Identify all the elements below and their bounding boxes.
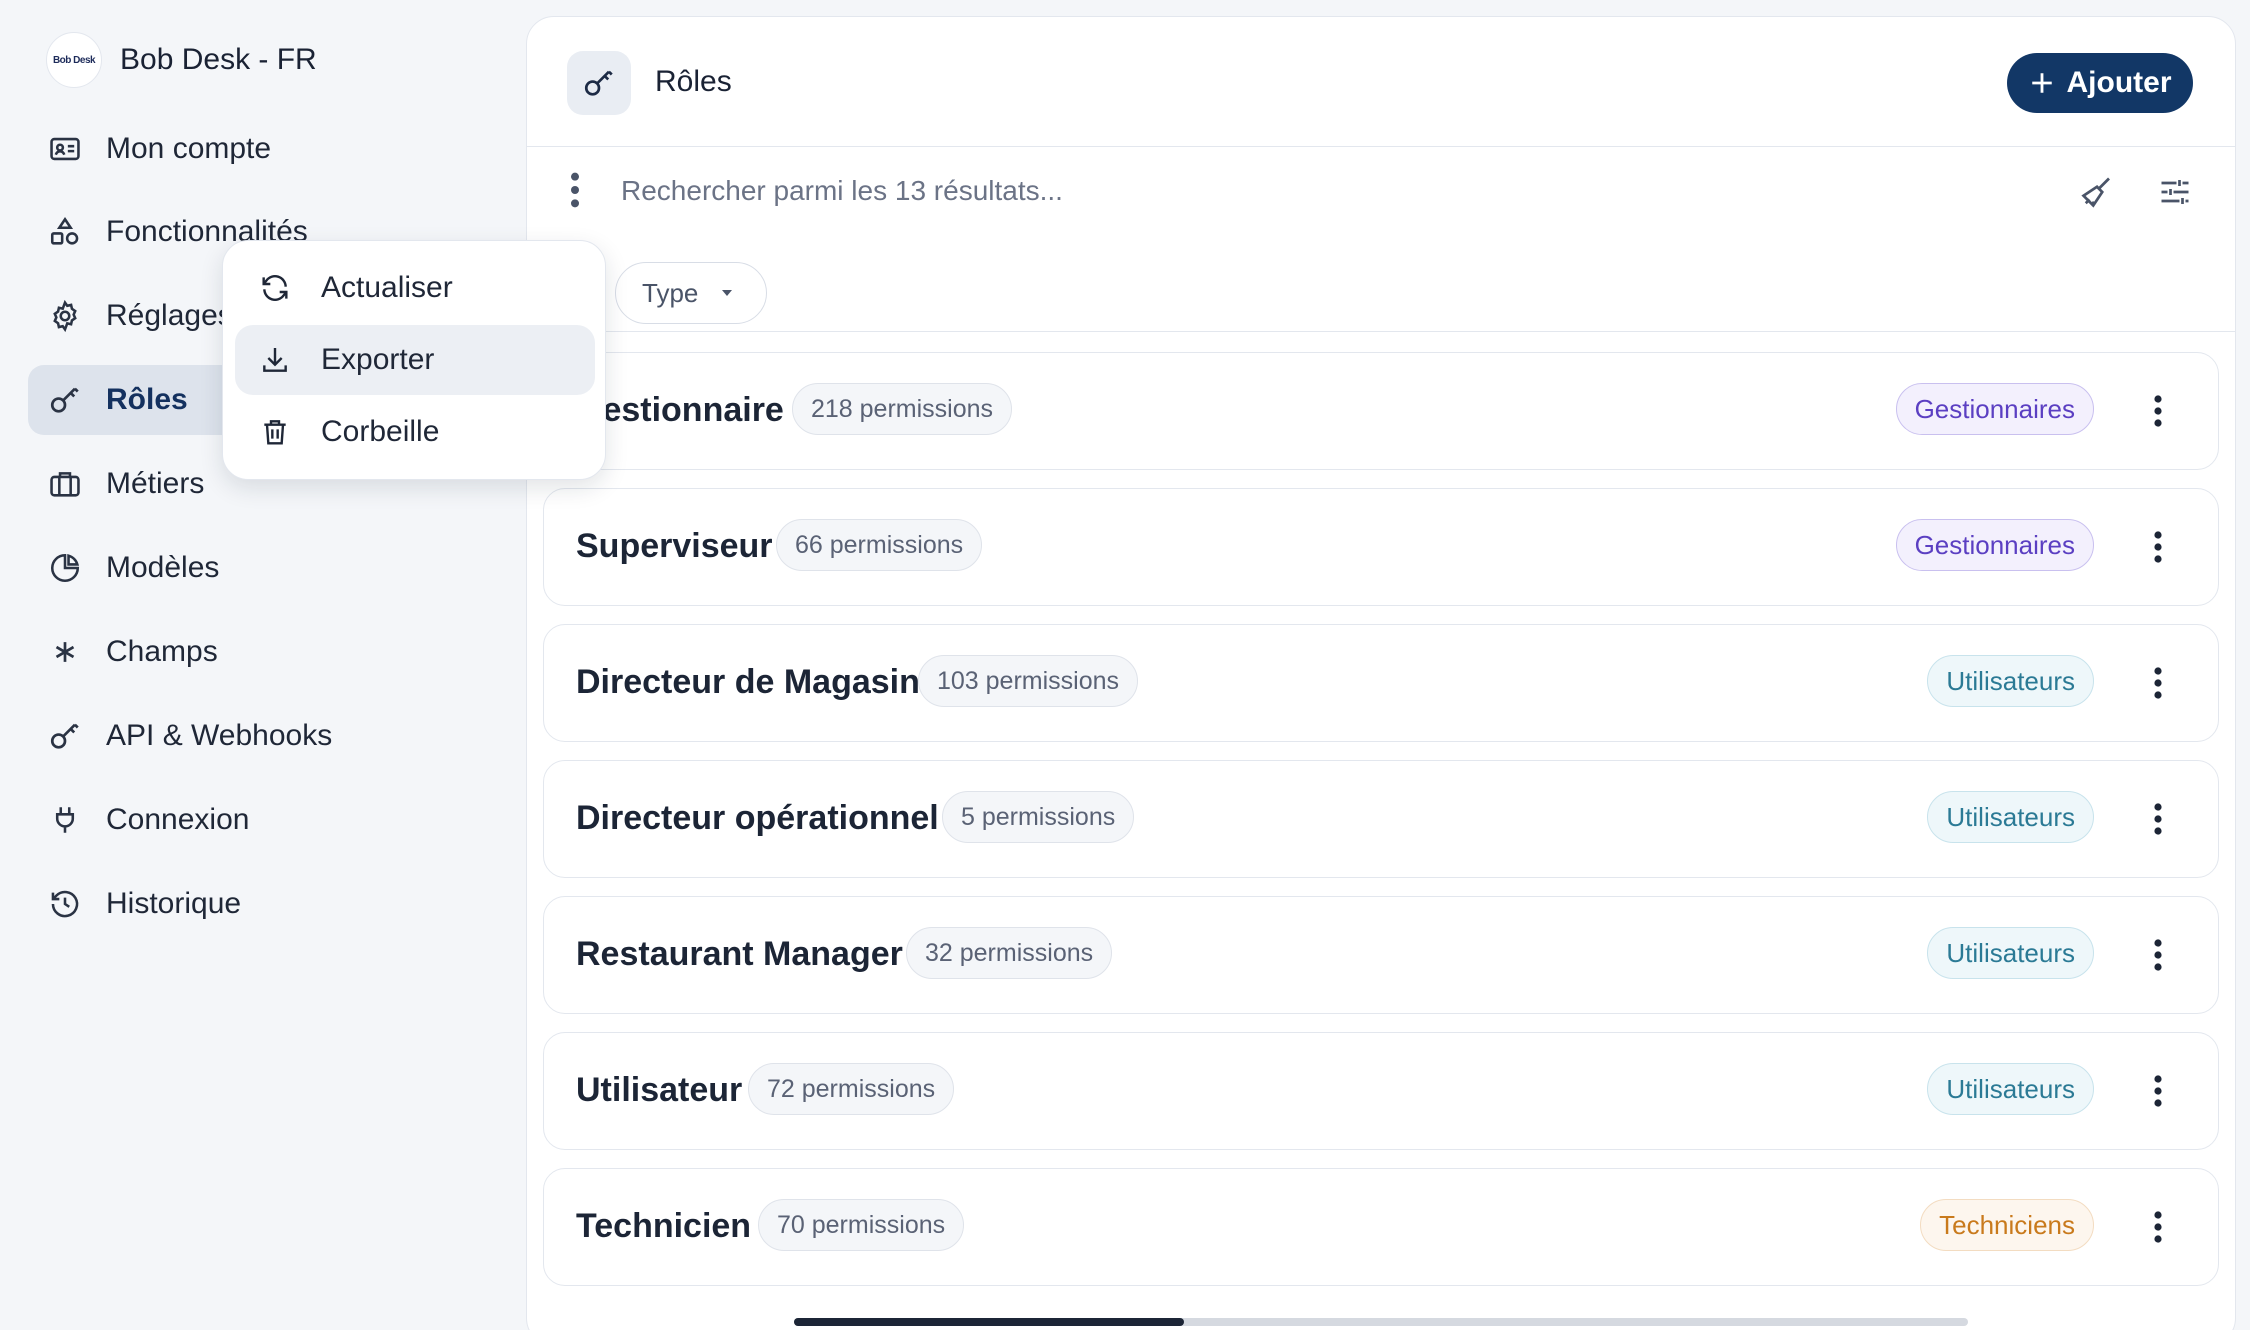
sidebar-item-mon-compte[interactable]: Mon compte bbox=[28, 114, 508, 184]
key-icon bbox=[567, 51, 631, 115]
add-button[interactable]: Ajouter bbox=[2007, 53, 2193, 113]
sidebar-item-label: API & Webhooks bbox=[106, 719, 333, 752]
sidebar-item-connexion[interactable]: Connexion bbox=[28, 785, 508, 855]
more-vertical-icon[interactable] bbox=[2150, 1209, 2166, 1245]
table-row[interactable]: Directeur de Magasin 103 permissions Uti… bbox=[543, 624, 2219, 742]
type-badge: Techniciens bbox=[1920, 1199, 2094, 1251]
sidebar-item-label: Réglages bbox=[106, 299, 233, 332]
gear-icon bbox=[53, 299, 77, 333]
sidebar-item-label: Connexion bbox=[106, 803, 250, 836]
more-vertical-icon[interactable] bbox=[2150, 529, 2166, 565]
brand-logo: Bob Desk bbox=[46, 32, 102, 88]
search-input[interactable] bbox=[621, 166, 1921, 216]
table-row[interactable]: Gestionnaire 218 permissions Gestionnair… bbox=[543, 352, 2219, 470]
table-row[interactable]: Technicien 70 permissions Techniciens bbox=[543, 1168, 2219, 1286]
role-name: Gestionnaire bbox=[576, 391, 784, 429]
plus-icon bbox=[2031, 73, 2052, 93]
permissions-badge: 5 permissions bbox=[942, 791, 1135, 843]
search-bar bbox=[527, 148, 2235, 236]
filter-row: Type bbox=[527, 236, 2235, 332]
permissions-badge: 218 permissions bbox=[792, 383, 1013, 435]
asterisk-icon bbox=[55, 642, 75, 662]
role-name: Superviseur bbox=[576, 527, 773, 565]
more-vertical-icon[interactable] bbox=[2150, 393, 2166, 429]
menu-item-label: Actualiser bbox=[321, 271, 453, 304]
sidebar-item-champs[interactable]: Champs bbox=[28, 617, 508, 687]
scrollbar-thumb[interactable] bbox=[794, 1318, 1184, 1326]
table-row[interactable]: Restaurant Manager 32 permissions Utilis… bbox=[543, 896, 2219, 1014]
download-icon bbox=[263, 348, 287, 372]
type-badge: Utilisateurs bbox=[1927, 1063, 2094, 1115]
table-row[interactable]: Superviseur 66 permissions Gestionnaires bbox=[543, 488, 2219, 606]
brand-name: Bob Desk - FR bbox=[120, 43, 317, 76]
more-vertical-icon[interactable] bbox=[2150, 1073, 2166, 1109]
shapes-icon bbox=[50, 216, 79, 245]
sidebar-item-modeles[interactable]: Modèles bbox=[28, 533, 508, 603]
role-name: Technicien bbox=[576, 1207, 752, 1245]
sidebar-item-label: Champs bbox=[106, 635, 218, 668]
sidebar-item-historique[interactable]: Historique bbox=[28, 869, 508, 939]
permissions-badge: 72 permissions bbox=[748, 1063, 955, 1115]
type-filter-dropdown[interactable]: Type bbox=[615, 262, 767, 324]
table-row[interactable]: Directeur opérationnel 5 permissions Uti… bbox=[543, 760, 2219, 878]
broom-icon[interactable] bbox=[2079, 174, 2115, 210]
type-filter-label: Type bbox=[642, 277, 699, 308]
plug-icon bbox=[55, 807, 75, 833]
menu-item-label: Exporter bbox=[321, 343, 435, 376]
context-menu: Actualiser Exporter Corbeille bbox=[222, 240, 606, 480]
pie-chart-icon bbox=[50, 553, 80, 583]
type-badge: Utilisateurs bbox=[1927, 791, 2094, 843]
page-title: Rôles bbox=[655, 65, 732, 98]
menu-item-actualiser[interactable]: Actualiser bbox=[235, 253, 595, 323]
more-vertical-icon[interactable] bbox=[2150, 937, 2166, 973]
permissions-badge: 103 permissions bbox=[918, 655, 1139, 707]
menu-item-label: Corbeille bbox=[321, 415, 440, 448]
sidebar-item-label: Modèles bbox=[106, 551, 220, 584]
menu-item-corbeille[interactable]: Corbeille bbox=[235, 397, 595, 467]
add-button-label: Ajouter bbox=[2066, 66, 2172, 99]
sidebar-item-api-webhooks[interactable]: API & Webhooks bbox=[28, 701, 508, 771]
sidebar-item-label: Rôles bbox=[106, 383, 188, 416]
sidebar-item-label: Mon compte bbox=[106, 132, 272, 165]
key-icon bbox=[50, 723, 79, 749]
id-card-icon bbox=[50, 137, 80, 161]
history-icon bbox=[51, 890, 79, 918]
type-badge: Gestionnaires bbox=[1895, 383, 2094, 435]
role-name: Directeur opérationnel bbox=[576, 799, 939, 837]
more-vertical-icon[interactable] bbox=[2150, 801, 2166, 837]
permissions-badge: 70 permissions bbox=[758, 1199, 965, 1251]
briefcase-icon bbox=[50, 472, 80, 497]
permissions-badge: 32 permissions bbox=[906, 927, 1113, 979]
type-badge: Gestionnaires bbox=[1895, 519, 2094, 571]
type-badge: Utilisateurs bbox=[1927, 655, 2094, 707]
more-vertical-icon[interactable] bbox=[2150, 665, 2166, 701]
sliders-icon[interactable] bbox=[2157, 174, 2193, 210]
sidebar-item-label: Métiers bbox=[106, 467, 205, 500]
refresh-icon bbox=[262, 275, 288, 301]
table-row[interactable]: Utilisateur 72 permissions Utilisateurs bbox=[543, 1032, 2219, 1150]
role-name: Utilisateur bbox=[576, 1071, 743, 1109]
sidebar: Bob Desk Bob Desk - FR Mon compte Foncti… bbox=[0, 0, 520, 1330]
page-header: Rôles Ajouter bbox=[527, 17, 2235, 147]
trash-icon bbox=[264, 420, 286, 445]
caret-down-icon bbox=[722, 290, 733, 296]
permissions-badge: 66 permissions bbox=[776, 519, 983, 571]
main-panel: Rôles Ajouter Type Gestionnaire 218 perm… bbox=[526, 16, 2236, 1330]
horizontal-scrollbar[interactable] bbox=[794, 1318, 1968, 1326]
role-name: Restaurant Manager bbox=[576, 935, 903, 973]
key-icon bbox=[50, 387, 79, 413]
more-vertical-icon[interactable] bbox=[565, 170, 585, 210]
menu-item-exporter[interactable]: Exporter bbox=[235, 325, 595, 395]
type-badge: Utilisateurs bbox=[1927, 927, 2094, 979]
brand[interactable]: Bob Desk Bob Desk - FR bbox=[46, 32, 317, 88]
role-name: Directeur de Magasin bbox=[576, 663, 920, 701]
sidebar-item-label: Historique bbox=[106, 887, 242, 920]
